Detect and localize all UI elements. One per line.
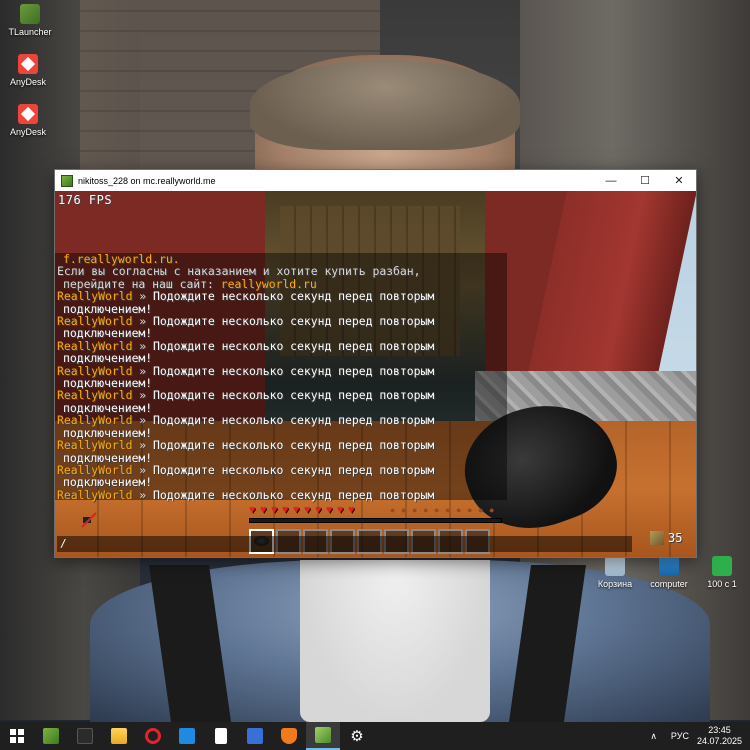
chat-input[interactable]: / bbox=[57, 536, 632, 552]
window-titlebar[interactable]: nikitoss_228 on mc.reallyworld.me — ☐ ✕ bbox=[55, 170, 696, 191]
minecraft-icon bbox=[43, 728, 59, 744]
hunger-bar: ● ● ● ● ● ● ● ● ● ● bbox=[390, 505, 500, 515]
hunger-icon: ● bbox=[423, 505, 429, 515]
taskbar-screen[interactable] bbox=[170, 722, 204, 750]
desktop-icon-anydesk[interactable]: AnyDesk bbox=[0, 54, 56, 87]
fps-counter: 176 FPS bbox=[58, 193, 113, 207]
chat-server-name: ReallyWorld bbox=[57, 487, 133, 502]
mute-icon bbox=[81, 512, 97, 528]
start-button[interactable] bbox=[0, 722, 34, 750]
tlauncher-icon bbox=[20, 4, 40, 24]
taskbar-settings[interactable]: ⚙ bbox=[340, 722, 374, 750]
language-indicator[interactable]: РУС bbox=[671, 731, 689, 741]
hunger-icon: ● bbox=[412, 505, 418, 515]
desktop-icon-label: Корзина bbox=[597, 579, 633, 589]
desktop-icon-label: 100 с 1 bbox=[707, 579, 737, 589]
block-counter: 35 bbox=[650, 531, 682, 545]
computer-icon bbox=[659, 556, 679, 576]
tool-icon bbox=[77, 728, 93, 744]
folder-icon bbox=[111, 728, 127, 744]
health-bar: ♥ ♥ ♥ ♥ ♥ ♥ ♥ ♥ ♥ ♥ bbox=[249, 504, 359, 516]
chevron-up-icon[interactable]: ∧ bbox=[650, 731, 657, 742]
taskbar-minecraft-active[interactable] bbox=[306, 722, 340, 750]
heart-icon: ♥ bbox=[348, 504, 355, 516]
shield-icon bbox=[281, 728, 297, 744]
desktop-icon-label: computer bbox=[650, 579, 688, 589]
clock-date: 24.07.2025 bbox=[696, 736, 742, 746]
hunger-icon: ● bbox=[434, 505, 440, 515]
heart-icon: ♥ bbox=[249, 504, 256, 516]
chat-message: Подождите несколько секунд перед повторы… bbox=[153, 388, 435, 403]
gear-icon: ⚙ bbox=[350, 728, 364, 745]
hunger-icon: ● bbox=[445, 505, 451, 515]
heart-icon: ♥ bbox=[282, 504, 289, 516]
game-viewport[interactable]: 176 FPS f.reallyworld.ru. Если вы согласн… bbox=[55, 191, 696, 557]
desktop-icon-tlauncher[interactable]: TLauncher bbox=[2, 4, 58, 37]
heart-icon: ♥ bbox=[337, 504, 344, 516]
document-icon bbox=[215, 728, 227, 744]
taskbar-shield[interactable] bbox=[272, 722, 306, 750]
desktop-icon-label: AnyDesk bbox=[9, 127, 46, 137]
hunger-icon: ● bbox=[478, 505, 484, 515]
heart-icon: ♥ bbox=[326, 504, 333, 516]
heart-icon: ♥ bbox=[304, 504, 311, 516]
experience-bar bbox=[249, 518, 502, 523]
chat-message: Подождите несколько секунд перед повторы… bbox=[153, 462, 435, 477]
hunger-icon: ● bbox=[467, 505, 473, 515]
heart-icon: ♥ bbox=[260, 504, 267, 516]
maximize-button[interactable]: ☐ bbox=[628, 170, 662, 191]
taskbar-network[interactable] bbox=[238, 722, 272, 750]
hunger-icon: ● bbox=[489, 505, 495, 515]
minecraft-window[interactable]: nikitoss_228 on mc.reallyworld.me — ☐ ✕ … bbox=[54, 169, 697, 558]
anydesk-icon bbox=[18, 104, 38, 124]
hunger-icon: ● bbox=[390, 505, 396, 515]
taskbar-opera[interactable] bbox=[136, 722, 170, 750]
taskbar-tool[interactable] bbox=[68, 722, 102, 750]
clock[interactable]: 23:45 24.07.2025 bbox=[697, 725, 742, 747]
taskbar-document[interactable] bbox=[204, 722, 238, 750]
chat-message: Подождите несколько секунд перед повторы… bbox=[153, 487, 435, 502]
chat-panel: f.reallyworld.ru. Если вы согласны с нака… bbox=[55, 253, 507, 501]
system-tray: ∧ РУС 23:45 24.07.2025 bbox=[650, 722, 750, 750]
chat-message: Подождите несколько секунд перед повторы… bbox=[153, 363, 435, 378]
desktop-icon-label: AnyDesk bbox=[9, 77, 46, 87]
taskbar: ⚙ ∧ РУС 23:45 24.07.2025 bbox=[0, 722, 750, 750]
monitor-icon bbox=[179, 728, 195, 744]
desktop-icon-anydesk-2[interactable]: AnyDesk bbox=[0, 104, 56, 137]
network-icon bbox=[247, 728, 263, 744]
chat-message: Подождите несколько секунд перед повторы… bbox=[153, 338, 435, 353]
desktop-icon-computer[interactable]: computer bbox=[641, 556, 697, 589]
chat-line: ReallyWorld » Подождите несколько секунд… bbox=[57, 489, 505, 501]
clock-time: 23:45 bbox=[708, 725, 731, 735]
desktop-icon-recycle-bin[interactable]: Корзина bbox=[587, 556, 643, 589]
chat-message: Подождите несколько секунд перед повторы… bbox=[153, 314, 435, 329]
desktop-icon-label: TLauncher bbox=[8, 27, 52, 37]
minecraft-icon bbox=[61, 174, 73, 187]
chat-message: Подождите несколько секунд перед повторы… bbox=[153, 438, 435, 453]
close-button[interactable]: ✕ bbox=[662, 170, 696, 191]
wallpaper-shirt bbox=[300, 560, 490, 722]
hunger-icon: ● bbox=[401, 505, 407, 515]
recycle-bin-icon bbox=[605, 556, 625, 576]
wallpaper-hair bbox=[250, 60, 520, 150]
minimize-button[interactable]: — bbox=[594, 170, 628, 191]
windows-icon bbox=[10, 729, 24, 743]
heart-icon: ♥ bbox=[293, 504, 300, 516]
block-icon bbox=[650, 531, 664, 545]
taskbar-explorer[interactable] bbox=[102, 722, 136, 750]
chat-message: Подождите несколько секунд перед повторы… bbox=[153, 289, 435, 304]
opera-icon bbox=[145, 728, 161, 744]
desktop-icon-100s1[interactable]: 100 с 1 bbox=[694, 556, 750, 589]
block-count: 35 bbox=[668, 531, 683, 545]
heart-icon: ♥ bbox=[271, 504, 278, 516]
game-shortcut-icon bbox=[712, 556, 732, 576]
minecraft-icon bbox=[315, 727, 331, 743]
heart-icon: ♥ bbox=[315, 504, 322, 516]
window-title: nikitoss_228 on mc.reallyworld.me bbox=[78, 175, 216, 186]
taskbar-minecraft[interactable] bbox=[34, 722, 68, 750]
chat-separator: » bbox=[132, 487, 154, 502]
anydesk-icon bbox=[18, 54, 38, 74]
chat-message: Подождите несколько секунд перед повторы… bbox=[153, 413, 435, 428]
hunger-icon: ● bbox=[456, 505, 462, 515]
